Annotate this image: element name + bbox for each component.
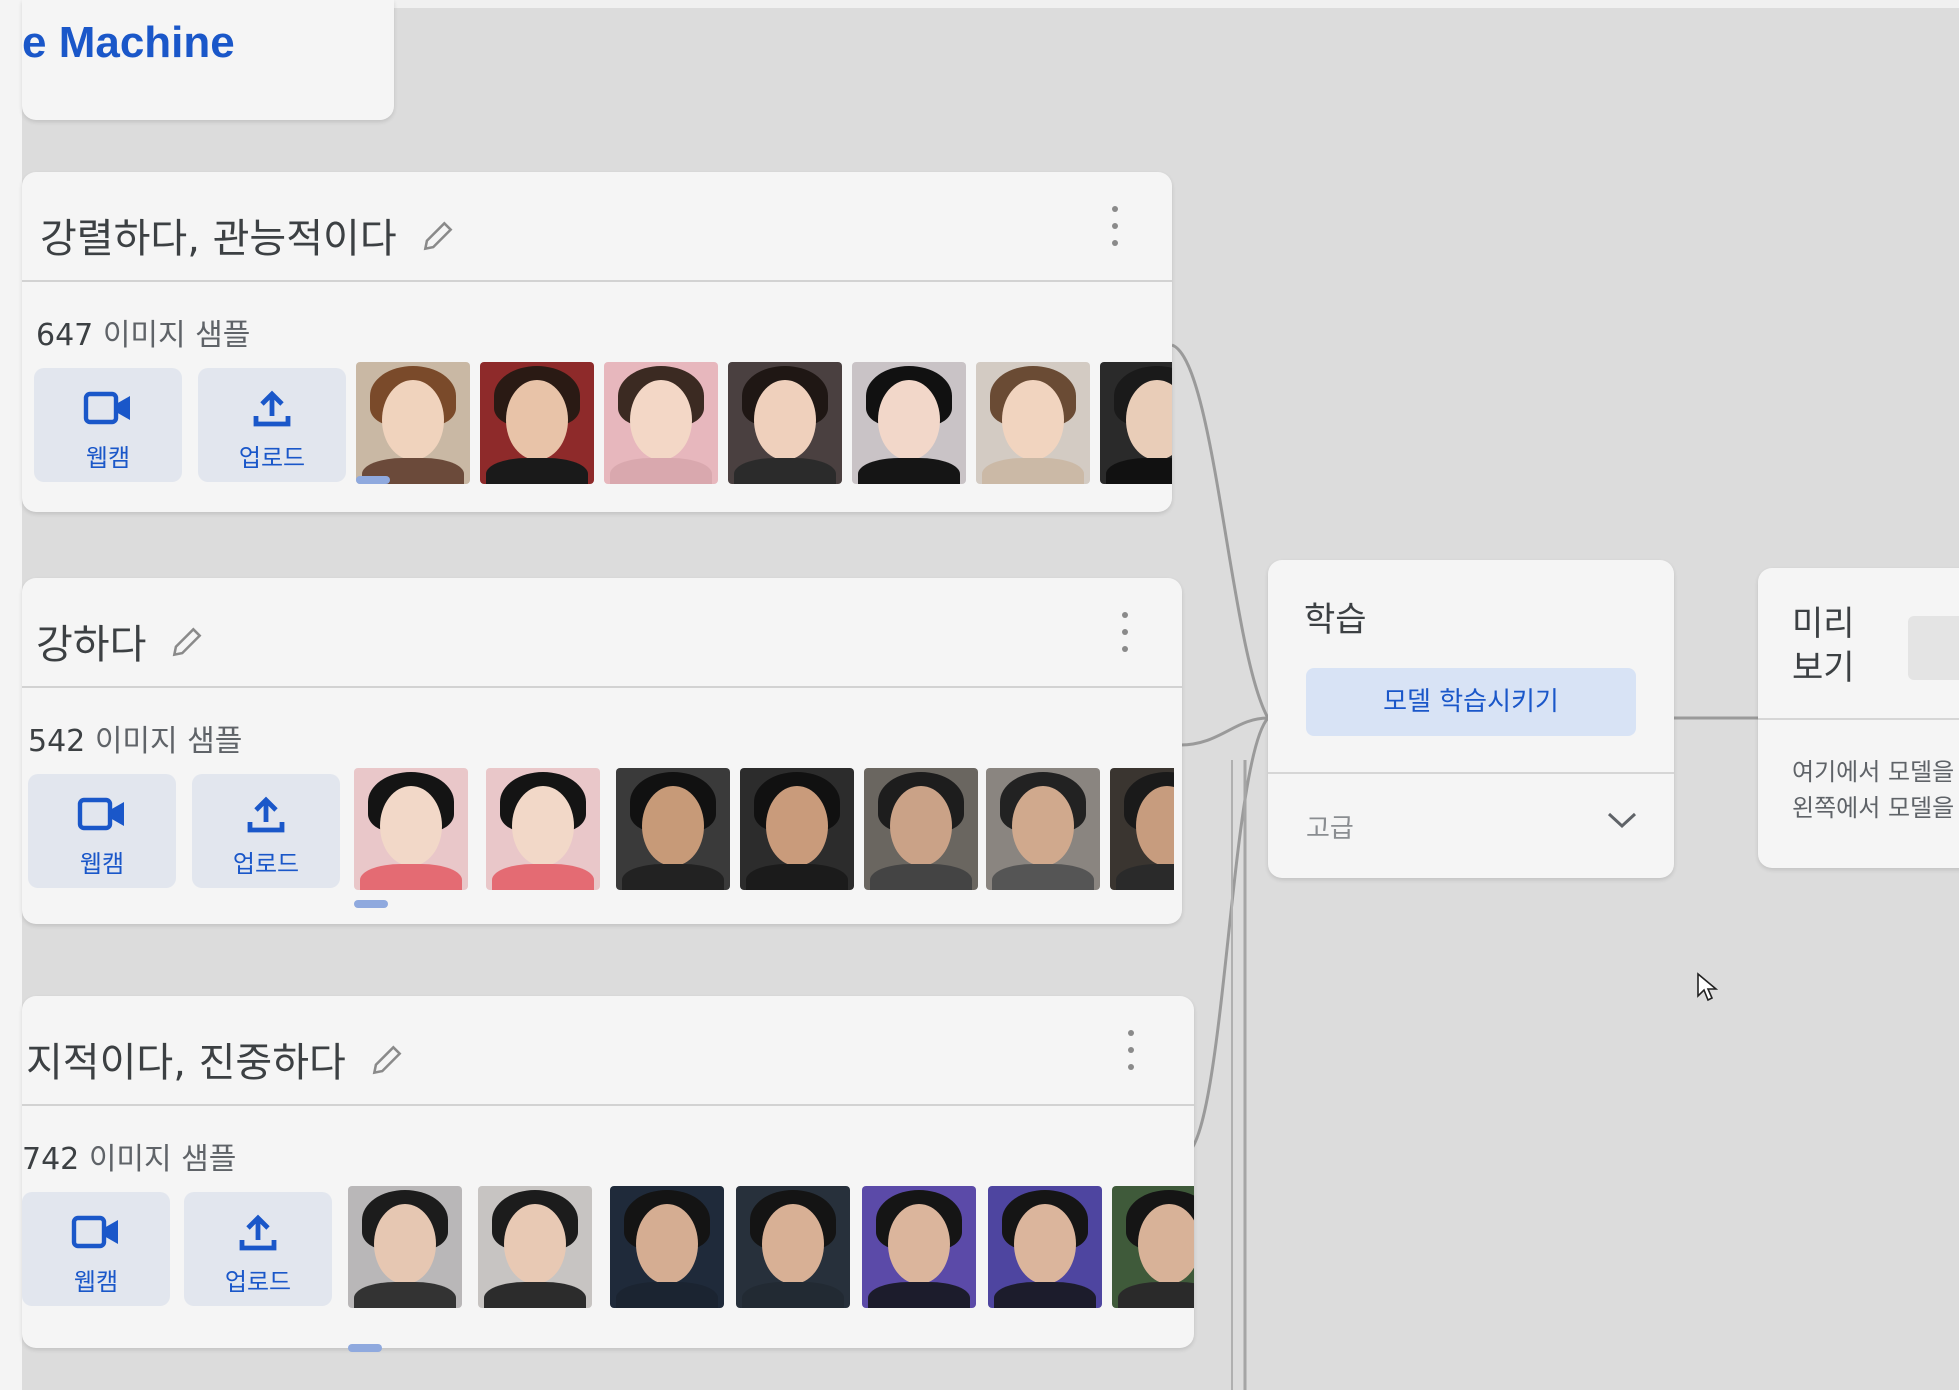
class-name[interactable]: 강렬하다, 관능적이다 [40,206,457,265]
webcam-icon [34,388,182,432]
webcam-icon [28,794,176,838]
preview-title: 미리 보기 [1792,604,1855,688]
class-card-header: 강렬하다, 관능적이다 [22,172,1172,282]
cursor-icon [1696,972,1719,1008]
upload-button[interactable]: 업로드 [198,368,346,482]
webcam-icon [22,1212,170,1256]
webcam-label: 웹캠 [79,850,125,878]
upload-label: 업로드 [224,1268,292,1296]
app-logo-text: e Machine [22,18,235,67]
more-vert-icon[interactable] [1126,1030,1136,1070]
sample-image[interactable] [480,362,594,484]
sample-image[interactable] [354,768,468,890]
sample-image[interactable] [616,768,730,890]
upload-button[interactable]: 업로드 [192,774,340,888]
sample-count-number: 542 [28,724,86,759]
class-name-text[interactable]: 지적이다, 진중하다 [26,1040,346,1086]
thumbnail-scroll-indicator[interactable] [348,1344,382,1352]
sample-image[interactable] [604,362,718,484]
export-model-button[interactable] [1908,616,1959,680]
upload-icon [198,388,346,432]
sample-count-label: 이미지 샘플 [102,318,251,353]
preview-message: 여기에서 모델을 왼쪽에서 모델을 [1792,754,1954,826]
upload-icon [184,1212,332,1256]
divider [1758,718,1959,720]
sample-image[interactable] [740,768,854,890]
sample-count: 742 이미지 샘플 [22,1134,236,1178]
sample-image[interactable] [852,362,966,484]
sample-thumbnails [352,362,1172,486]
sample-image[interactable] [986,768,1100,890]
sample-image[interactable] [736,1186,850,1308]
more-vert-icon[interactable] [1120,612,1130,652]
upload-icon [192,794,340,838]
class-name[interactable]: 지적이다, 진중하다 [26,1030,406,1089]
webcam-button[interactable]: 웹캠 [28,774,176,888]
sample-image[interactable] [728,362,842,484]
sample-count-label: 이미지 샘플 [94,724,243,759]
sample-image[interactable] [610,1186,724,1308]
webcam-button[interactable]: 웹캠 [22,1192,170,1306]
sample-count-number: 647 [36,318,94,353]
train-model-button[interactable]: 모델 학습시키기 [1306,668,1636,736]
sample-thumbnails [348,1186,1194,1310]
thumbnail-scroll-indicator[interactable] [356,476,390,484]
class-name-text[interactable]: 강하다 [36,622,146,668]
upload-button[interactable]: 업로드 [184,1192,332,1306]
more-vert-icon[interactable] [1110,206,1120,246]
sample-image[interactable] [348,1186,462,1308]
advanced-toggle-label[interactable]: 고급 [1306,808,1354,845]
divider [1268,772,1674,774]
class-card-3: 지적이다, 진중하다 742 이미지 샘플 웹캠 업로드 [22,996,1194,1352]
training-title: 학습 [1304,600,1367,640]
webcam-label: 웹캠 [73,1268,119,1296]
sample-image[interactable] [864,768,978,890]
sample-image[interactable] [486,768,600,890]
class-name[interactable]: 강하다 [36,612,206,671]
chevron-down-icon[interactable] [1606,810,1638,834]
pencil-icon[interactable] [368,1041,406,1089]
preview-message-line-1: 여기에서 모델을 [1792,758,1955,786]
class-card-header: 강하다 [22,578,1182,688]
class-card-1: 강렬하다, 관능적이다 647 이미지 샘플 웹캠 업로드 [22,172,1172,512]
sample-count-label: 이미지 샘플 [88,1142,237,1177]
class-card-header: 지적이다, 진중하다 [22,996,1194,1106]
class-card-2: 강하다 542 이미지 샘플 웹캠 업로드 [22,578,1182,924]
sample-image[interactable] [976,362,1090,484]
sample-image[interactable] [988,1186,1102,1308]
sample-image[interactable] [1112,1186,1194,1308]
sample-count: 542 이미지 샘플 [28,716,242,760]
sample-image[interactable] [862,1186,976,1308]
sample-count: 647 이미지 샘플 [36,310,250,354]
sample-image[interactable] [1110,768,1174,890]
sample-thumbnails [354,768,1174,892]
thumbnail-scroll-indicator[interactable] [354,900,388,908]
class-name-text[interactable]: 강렬하다, 관능적이다 [40,216,397,262]
preview-card: 미리 보기 여기에서 모델을 왼쪽에서 모델을 [1758,568,1959,868]
preview-message-line-2: 왼쪽에서 모델을 [1792,794,1955,822]
pencil-icon[interactable] [419,217,457,265]
webcam-button[interactable]: 웹캠 [34,368,182,482]
sample-image[interactable] [1100,362,1172,484]
upload-label: 업로드 [238,444,306,472]
sample-count-number: 742 [22,1142,80,1177]
pencil-icon[interactable] [168,623,206,671]
sample-image[interactable] [478,1186,592,1308]
upload-label: 업로드 [232,850,300,878]
sample-image[interactable] [356,362,470,484]
app-title-card: e Machine [22,0,394,120]
training-card: 학습 모델 학습시키기 고급 [1268,560,1674,878]
webcam-label: 웹캠 [85,444,131,472]
